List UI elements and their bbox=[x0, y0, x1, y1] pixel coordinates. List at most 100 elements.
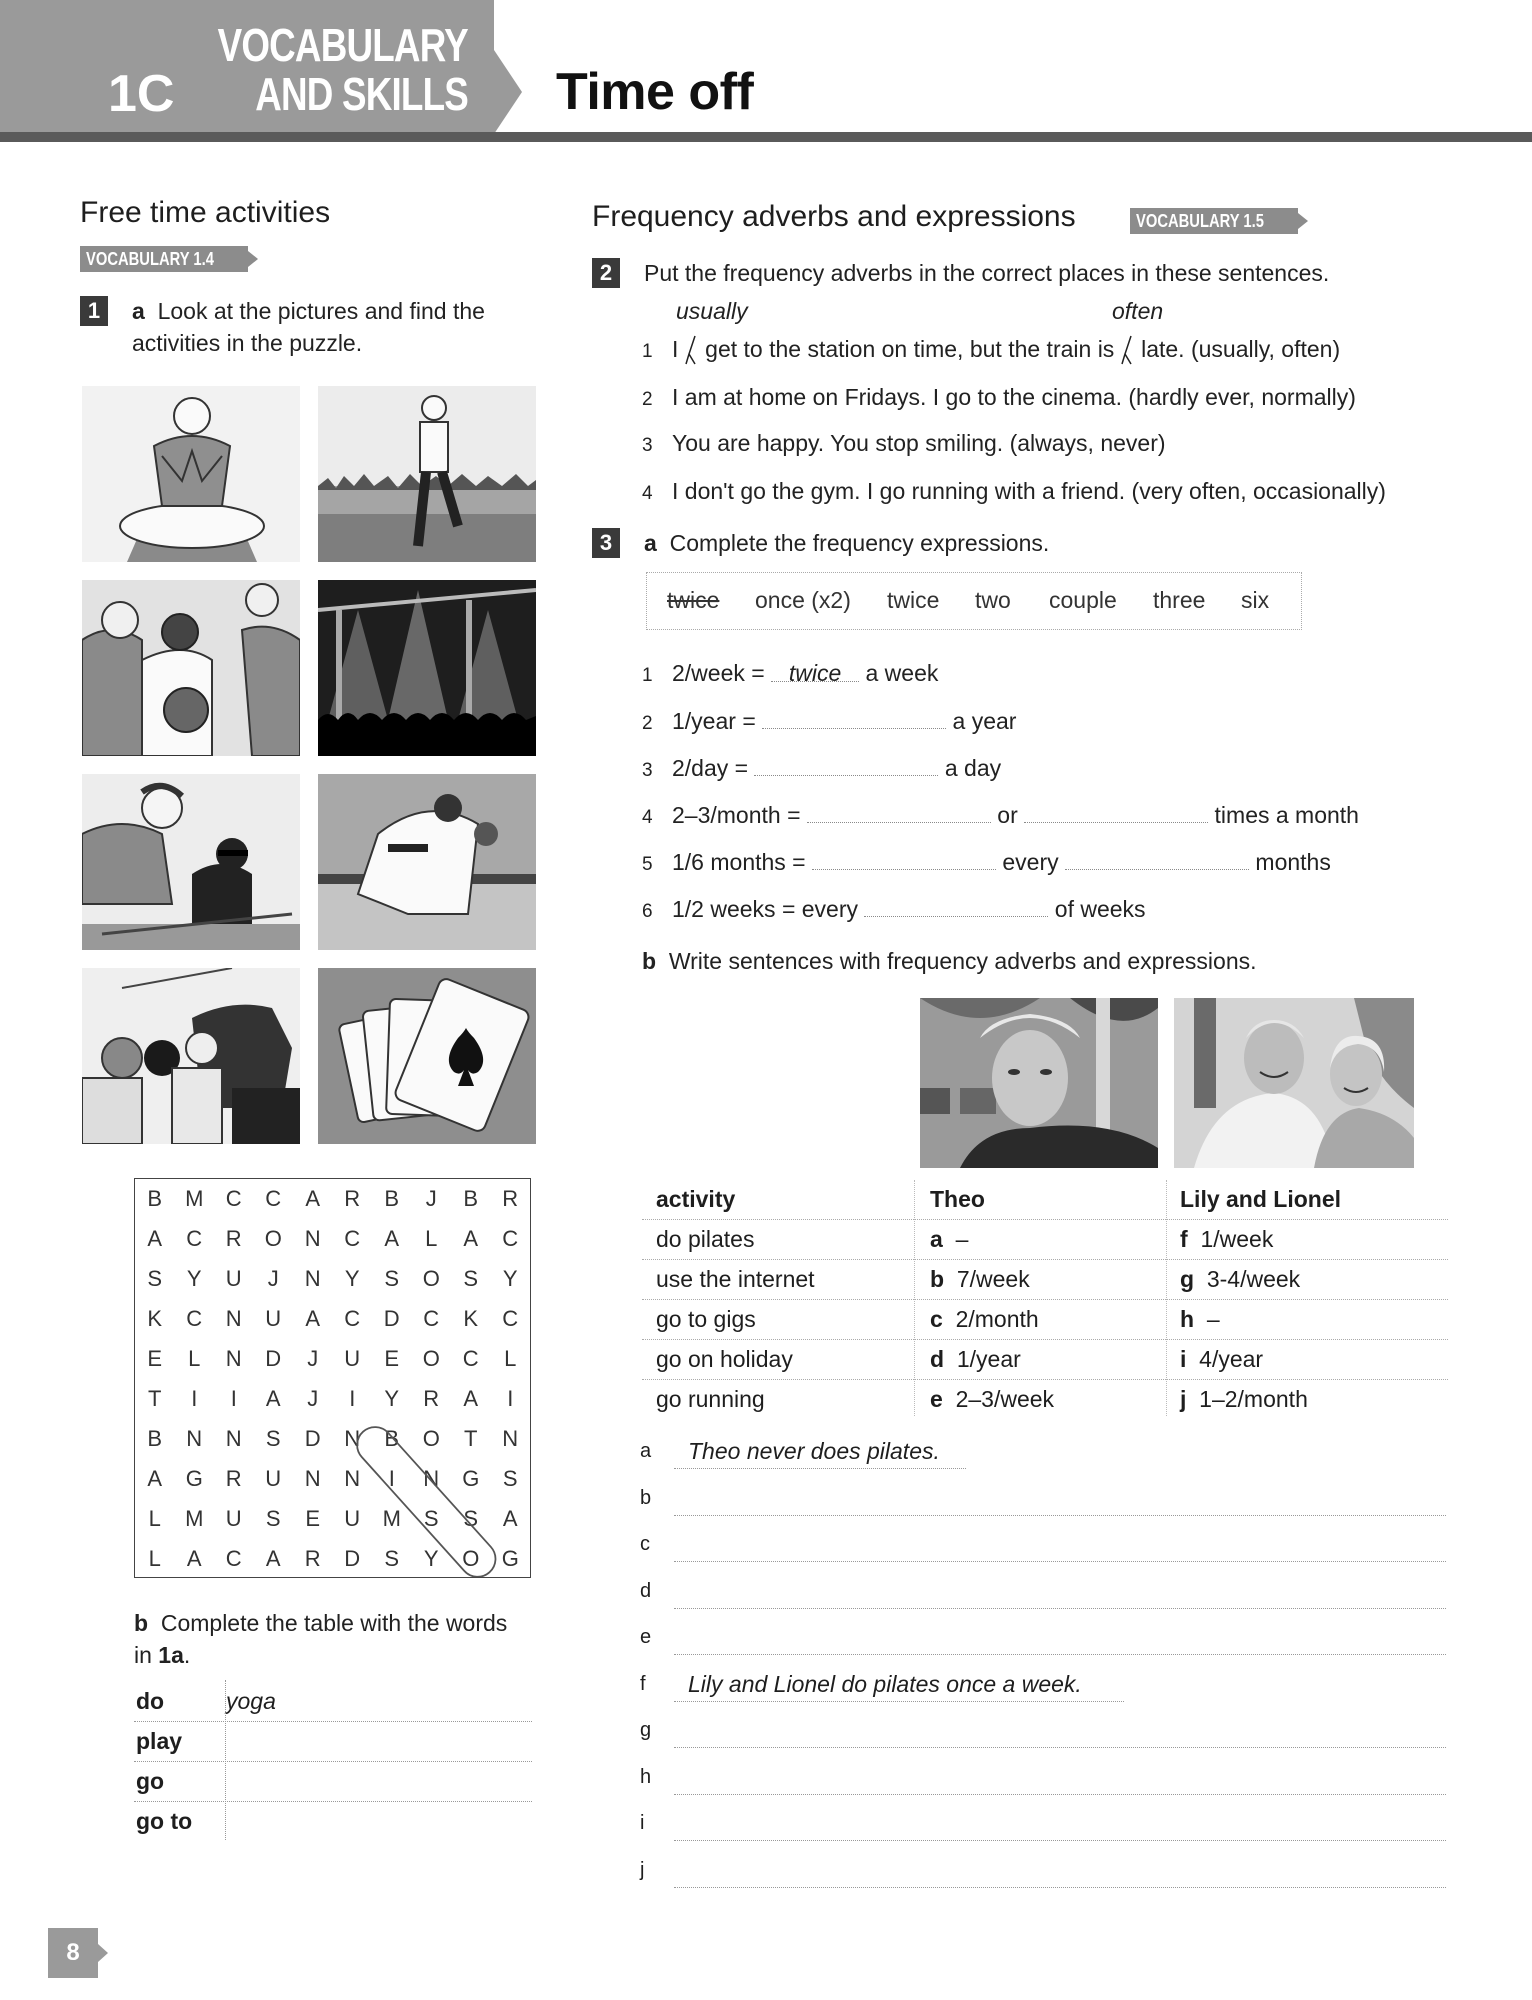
wordsearch-cell[interactable]: L bbox=[135, 1499, 175, 1539]
wordsearch-cell[interactable]: B bbox=[135, 1179, 175, 1219]
exercise-2-item-1[interactable]: 1I get to the station on time, but the t… bbox=[642, 334, 1340, 367]
answer-blank[interactable] bbox=[754, 752, 939, 776]
wordsearch-cell[interactable]: Y bbox=[491, 1259, 531, 1299]
wordsearch-cell[interactable]: B bbox=[135, 1419, 175, 1459]
wordsearch-cell[interactable]: A bbox=[175, 1539, 215, 1579]
wordsearch-cell[interactable]: T bbox=[135, 1379, 175, 1419]
wordsearch-cell[interactable]: B bbox=[372, 1179, 412, 1219]
wordsearch-cell[interactable]: J bbox=[254, 1259, 294, 1299]
wordsearch-cell[interactable]: M bbox=[175, 1499, 215, 1539]
writing-line[interactable] bbox=[674, 1514, 1446, 1516]
wordsearch-cell[interactable]: N bbox=[293, 1259, 333, 1299]
wordsearch-cell[interactable]: O bbox=[254, 1219, 294, 1259]
wordsearch-cell[interactable]: A bbox=[451, 1219, 491, 1259]
wordsearch-cell[interactable]: I bbox=[372, 1459, 412, 1499]
wordsearch-cell[interactable]: L bbox=[491, 1339, 531, 1379]
table-row[interactable]: play bbox=[134, 1722, 532, 1762]
wordsearch-cell[interactable]: Y bbox=[372, 1379, 412, 1419]
wordsearch-cell[interactable]: E bbox=[372, 1339, 412, 1379]
answer-line[interactable]: f Lily and Lionel do pilates once a week. bbox=[640, 1669, 1446, 1705]
wordsearch-cell[interactable]: R bbox=[214, 1459, 254, 1499]
wordsearch-cell[interactable]: C bbox=[412, 1299, 452, 1339]
wordsearch-cell[interactable]: L bbox=[135, 1539, 175, 1579]
wordsearch-cell[interactable]: C bbox=[214, 1179, 254, 1219]
wordsearch-cell[interactable]: M bbox=[372, 1499, 412, 1539]
wordsearch-cell[interactable]: J bbox=[412, 1179, 452, 1219]
wordsearch-cell[interactable]: D bbox=[293, 1419, 333, 1459]
wordsearch-cell[interactable]: A bbox=[135, 1459, 175, 1499]
writing-line[interactable] bbox=[674, 1793, 1446, 1795]
wordsearch-cell[interactable]: C bbox=[333, 1299, 373, 1339]
answer-line[interactable]: j bbox=[640, 1855, 1446, 1891]
writing-line[interactable] bbox=[674, 1468, 966, 1469]
wordsearch-cell[interactable]: A bbox=[254, 1539, 294, 1579]
answer-text[interactable]: Theo never does pilates. bbox=[688, 1438, 940, 1465]
wordsearch-cell[interactable]: U bbox=[333, 1339, 373, 1379]
wordsearch-cell[interactable]: N bbox=[491, 1419, 531, 1459]
wordsearch-cell[interactable]: A bbox=[451, 1379, 491, 1419]
wordsearch-cell[interactable]: N bbox=[412, 1459, 452, 1499]
writing-line[interactable] bbox=[674, 1654, 1446, 1655]
wordsearch-cell[interactable]: K bbox=[451, 1299, 491, 1339]
wordsearch-cell[interactable]: R bbox=[491, 1179, 531, 1219]
answer-cell[interactable]: yoga bbox=[226, 1688, 276, 1715]
wordsearch-cell[interactable]: S bbox=[412, 1499, 452, 1539]
wordsearch-cell[interactable]: A bbox=[372, 1219, 412, 1259]
wordsearch-cell[interactable]: R bbox=[412, 1379, 452, 1419]
wordsearch-cell[interactable]: R bbox=[214, 1219, 254, 1259]
wordsearch-cell[interactable]: A bbox=[254, 1379, 294, 1419]
wordsearch-cell[interactable]: C bbox=[491, 1219, 531, 1259]
answer-text[interactable]: Lily and Lionel do pilates once a week. bbox=[688, 1671, 1082, 1698]
wordsearch-cell[interactable]: O bbox=[412, 1339, 452, 1379]
wordsearch-cell[interactable]: C bbox=[214, 1539, 254, 1579]
wordsearch-cell[interactable]: D bbox=[333, 1539, 373, 1579]
wordsearch-cell[interactable]: S bbox=[135, 1259, 175, 1299]
wordsearch-cell[interactable]: S bbox=[451, 1499, 491, 1539]
wordsearch-cell[interactable]: L bbox=[412, 1219, 452, 1259]
wordsearch-cell[interactable]: D bbox=[372, 1299, 412, 1339]
answer-blank[interactable]: twice bbox=[771, 658, 860, 686]
wordsearch-cell[interactable]: N bbox=[175, 1419, 215, 1459]
wordsearch-cell[interactable]: L bbox=[175, 1339, 215, 1379]
writing-line[interactable] bbox=[674, 1840, 1446, 1841]
wordsearch-cell[interactable]: A bbox=[491, 1499, 531, 1539]
wordsearch-cell[interactable]: N bbox=[333, 1459, 373, 1499]
answer-blank[interactable] bbox=[1065, 846, 1250, 870]
wordsearch-cell[interactable]: U bbox=[214, 1499, 254, 1539]
wordsearch-cell[interactable]: Y bbox=[412, 1539, 452, 1579]
wordsearch-cell[interactable]: J bbox=[293, 1339, 333, 1379]
exercise-2-item-4[interactable]: 4 I don't go the gym. I go running with a… bbox=[642, 476, 1386, 509]
writing-line[interactable] bbox=[674, 1700, 1124, 1702]
writing-line[interactable] bbox=[674, 1607, 1446, 1609]
wordsearch-cell[interactable]: U bbox=[254, 1459, 294, 1499]
table-row[interactable]: go to bbox=[134, 1802, 532, 1842]
wordsearch-cell[interactable]: U bbox=[214, 1259, 254, 1299]
wordsearch-cell[interactable]: J bbox=[293, 1379, 333, 1419]
wordsearch-cell[interactable]: I bbox=[175, 1379, 215, 1419]
wordsearch-cell[interactable]: C bbox=[175, 1219, 215, 1259]
wordsearch-cell[interactable]: U bbox=[333, 1499, 373, 1539]
wordsearch-cell[interactable]: S bbox=[491, 1459, 531, 1499]
wordsearch-cell[interactable]: N bbox=[214, 1299, 254, 1339]
wordsearch-cell[interactable]: G bbox=[175, 1459, 215, 1499]
answer-blank[interactable] bbox=[806, 799, 991, 823]
wordsearch-cell[interactable]: G bbox=[491, 1539, 531, 1579]
wordsearch-cell[interactable]: N bbox=[214, 1339, 254, 1379]
wordsearch-cell[interactable]: C bbox=[451, 1339, 491, 1379]
wordsearch-cell[interactable]: I bbox=[214, 1379, 254, 1419]
wordsearch-cell[interactable]: S bbox=[372, 1259, 412, 1299]
wordsearch-cell[interactable]: A bbox=[135, 1219, 175, 1259]
wordsearch-cell[interactable]: S bbox=[254, 1499, 294, 1539]
wordsearch-cell[interactable]: S bbox=[254, 1419, 294, 1459]
wordsearch-cell[interactable]: I bbox=[333, 1379, 373, 1419]
answer-line[interactable]: h bbox=[640, 1762, 1446, 1798]
wordsearch-cell[interactable]: C bbox=[491, 1299, 531, 1339]
answer-line[interactable]: g bbox=[640, 1715, 1446, 1751]
wordsearch-cell[interactable]: O bbox=[412, 1419, 452, 1459]
wordsearch-cell[interactable]: R bbox=[293, 1539, 333, 1579]
answer-line[interactable]: e bbox=[640, 1622, 1446, 1658]
answer-blank[interactable] bbox=[812, 846, 996, 870]
writing-line[interactable] bbox=[674, 1561, 1446, 1562]
wordsearch-cell[interactable]: N bbox=[293, 1219, 333, 1259]
exercise-2-item-3[interactable]: 3 You are happy. You stop smiling. (alway… bbox=[642, 428, 1166, 461]
